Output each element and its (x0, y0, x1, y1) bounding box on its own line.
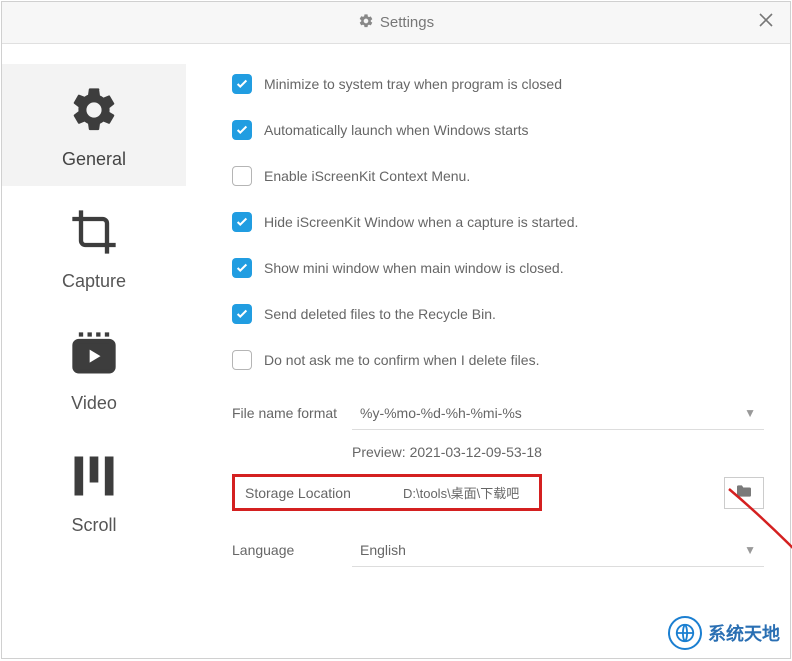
file-format-preview: Preview: 2021-03-12-09-53-18 (352, 444, 764, 460)
video-icon (68, 328, 120, 383)
row-file-format: File name format %y-%mo-%d-%h-%mi-%s ▼ (232, 396, 764, 430)
checkbox-icon (232, 258, 252, 278)
settings-window: Settings General Capture (1, 1, 791, 659)
sidebar-item-scroll[interactable]: Scroll (2, 430, 186, 552)
sidebar-item-label: General (62, 149, 126, 170)
content: Minimize to system tray when program is … (186, 44, 790, 658)
row-language: Language English ▼ (232, 533, 764, 567)
checkbox-label: Send deleted files to the Recycle Bin. (264, 306, 496, 322)
chevron-down-icon: ▼ (744, 543, 756, 557)
checkbox-label: Automatically launch when Windows starts (264, 122, 529, 138)
close-icon (758, 11, 774, 34)
scroll-icon (68, 450, 120, 505)
checkbox-icon (232, 304, 252, 324)
gear-icon (68, 84, 120, 139)
crop-icon (68, 206, 120, 261)
file-format-label: File name format (232, 405, 352, 421)
storage-label: Storage Location (245, 485, 363, 501)
checkbox-label: Minimize to system tray when program is … (264, 76, 562, 92)
sidebar-item-video[interactable]: Video (2, 308, 186, 430)
file-format-select[interactable]: %y-%mo-%d-%h-%mi-%s ▼ (352, 396, 764, 430)
sidebar-item-label: Video (71, 393, 117, 414)
language-value: English (360, 542, 406, 558)
titlebar: Settings (2, 2, 790, 44)
sidebar-item-label: Scroll (71, 515, 116, 536)
checkbox-icon (232, 74, 252, 94)
browse-button[interactable] (724, 477, 764, 509)
sidebar: General Capture Video Scroll (2, 44, 186, 658)
checkbox-label: Hide iScreenKit Window when a capture is… (264, 214, 578, 230)
globe-icon (668, 616, 702, 650)
checkbox-icon (232, 166, 252, 186)
sidebar-item-capture[interactable]: Capture (2, 186, 186, 308)
checkbox-label: Do not ask me to confirm when I delete f… (264, 352, 539, 368)
folder-icon (735, 484, 753, 501)
checkbox-autostart[interactable]: Automatically launch when Windows starts (232, 120, 764, 140)
sidebar-item-general[interactable]: General (2, 64, 186, 186)
checkbox-icon (232, 350, 252, 370)
language-label: Language (232, 542, 352, 558)
row-storage: Storage Location D:\tools\桌面\下载吧 (232, 474, 764, 511)
storage-value: D:\tools\桌面\下载吧 (363, 483, 519, 502)
watermark-text: 系统天地 (708, 620, 780, 646)
checkbox-label: Enable iScreenKit Context Menu. (264, 168, 470, 184)
checkbox-minimize[interactable]: Minimize to system tray when program is … (232, 74, 764, 94)
storage-highlight-box: Storage Location D:\tools\桌面\下载吧 (232, 474, 542, 511)
titlebar-title: Settings (358, 13, 434, 33)
checkbox-noconfirm[interactable]: Do not ask me to confirm when I delete f… (232, 350, 764, 370)
checkbox-recycle[interactable]: Send deleted files to the Recycle Bin. (232, 304, 764, 324)
watermark-badge: 系统天地 (660, 614, 784, 652)
language-select[interactable]: English ▼ (352, 533, 764, 567)
preview-label: Preview: (352, 444, 406, 460)
checkbox-icon (232, 120, 252, 140)
checkbox-icon (232, 212, 252, 232)
checkbox-mini-window[interactable]: Show mini window when main window is clo… (232, 258, 764, 278)
preview-value: 2021-03-12-09-53-18 (410, 444, 542, 460)
body: General Capture Video Scroll (2, 44, 790, 658)
checkbox-context-menu[interactable]: Enable iScreenKit Context Menu. (232, 166, 764, 186)
checkbox-label: Show mini window when main window is clo… (264, 260, 564, 276)
file-format-value: %y-%mo-%d-%h-%mi-%s (360, 405, 522, 421)
chevron-down-icon: ▼ (744, 406, 756, 420)
gear-icon (358, 13, 374, 33)
sidebar-item-label: Capture (62, 271, 126, 292)
title-text: Settings (380, 14, 434, 31)
checkbox-hide-on-capture[interactable]: Hide iScreenKit Window when a capture is… (232, 212, 764, 232)
close-button[interactable] (754, 10, 778, 34)
